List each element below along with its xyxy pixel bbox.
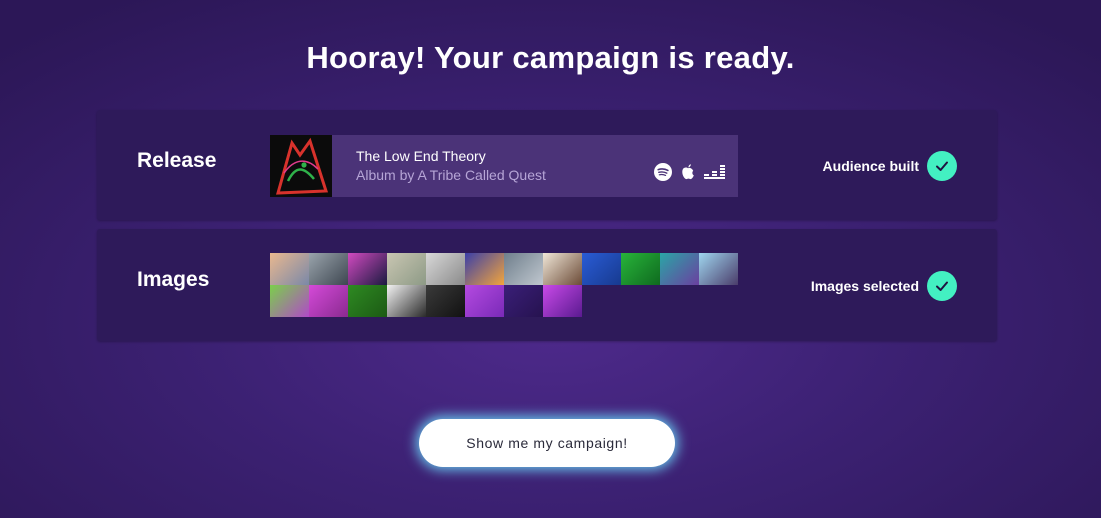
images-status-text: Images selected — [810, 278, 919, 294]
album-cover — [270, 135, 332, 197]
audience-status: Audience built — [823, 151, 957, 181]
image-thumbnail-teal-figure[interactable] — [660, 253, 699, 285]
apple-icon[interactable] — [680, 163, 696, 186]
images-status: Images selected — [811, 271, 957, 301]
images-panel: Images Images selected — [97, 229, 997, 341]
image-thumbnail-dancer-hair[interactable] — [699, 253, 738, 285]
image-thumbnail-interior-room[interactable] — [543, 253, 582, 285]
image-thumbnail-portrait-green[interactable] — [270, 285, 309, 317]
image-thumbnail-sunset-city[interactable] — [270, 253, 309, 285]
album-title: The Low End Theory — [356, 148, 486, 164]
image-thumbnail-dark-smoke[interactable] — [387, 285, 426, 317]
album-subtitle: Album by A Tribe Called Quest — [356, 167, 546, 183]
images-label: Images — [137, 268, 210, 291]
image-thumbnail-grey-buildings[interactable] — [426, 253, 465, 285]
image-thumbnail-green-field[interactable] — [348, 285, 387, 317]
image-thumbnail-speaker-dark[interactable] — [426, 285, 465, 317]
image-thumbnail-magenta-pattern[interactable] — [309, 285, 348, 317]
show-campaign-button[interactable]: Show me my campaign! — [419, 419, 675, 467]
album-cover-art — [270, 135, 332, 197]
image-thumbnail-deep-purple[interactable] — [504, 285, 543, 317]
image-thumbnail-palm-neon[interactable] — [348, 253, 387, 285]
image-thumbnail-aerial-map[interactable] — [387, 253, 426, 285]
image-thumbnail-purple-grid[interactable] — [465, 285, 504, 317]
audience-status-text: Audience built — [822, 158, 919, 174]
page-headline: Hooray! Your campaign is ready. — [306, 40, 795, 75]
image-thumbnail-street-view[interactable] — [504, 253, 543, 285]
platform-icons — [654, 163, 726, 186]
check-icon — [927, 271, 957, 301]
check-icon — [927, 151, 957, 181]
image-thumbnail-grid — [270, 253, 738, 317]
image-thumbnail-night-skyline[interactable] — [465, 253, 504, 285]
release-panel: Release The Low End Theory Album by A Tr… — [97, 110, 997, 220]
deezer-icon[interactable] — [704, 165, 726, 184]
image-thumbnail-blue-texture[interactable] — [582, 253, 621, 285]
image-thumbnail-city-blocks[interactable] — [309, 253, 348, 285]
spotify-icon[interactable] — [654, 163, 672, 186]
image-thumbnail-green-leaf[interactable] — [621, 253, 660, 285]
release-label: Release — [137, 149, 217, 172]
image-thumbnail-violet-burst[interactable] — [543, 285, 582, 317]
release-card[interactable]: The Low End Theory Album by A Tribe Call… — [270, 135, 738, 197]
